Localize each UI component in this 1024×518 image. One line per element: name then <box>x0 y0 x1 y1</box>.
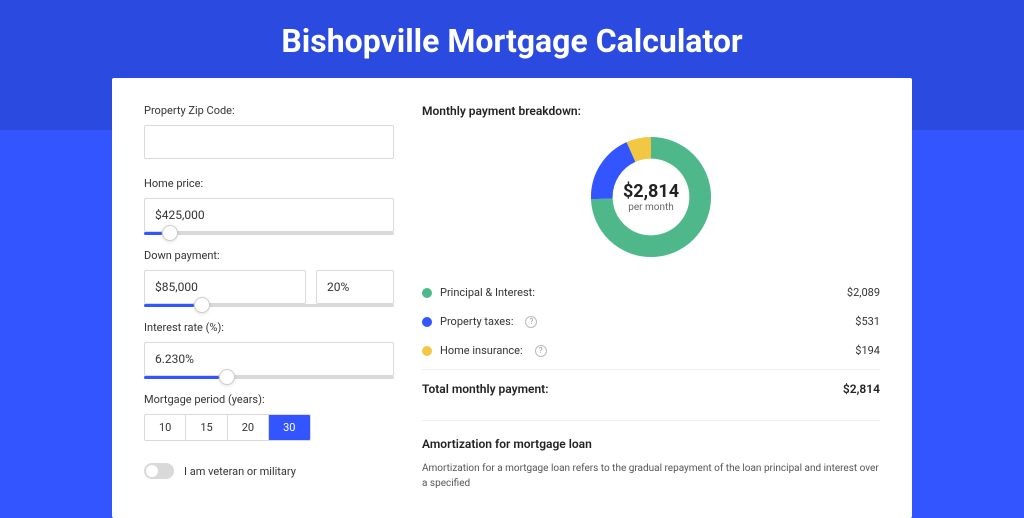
donut-chart: $2,814 per month <box>586 132 716 262</box>
toggle-knob <box>146 465 158 477</box>
interest-rate-input[interactable] <box>144 342 394 376</box>
page-title: Bishopville Mortgage Calculator <box>0 22 1024 60</box>
legend-taxes: Property taxes: ? $531 <box>422 307 880 336</box>
donut-sub: per month <box>628 202 674 213</box>
legend-insurance: Home insurance: ? $194 <box>422 336 880 365</box>
zip-input[interactable] <box>144 125 394 159</box>
period-button-group: 10 15 20 30 <box>144 414 311 441</box>
legend-principal: Principal & Interest: $2,089 <box>422 278 880 307</box>
slider-fill <box>144 304 194 307</box>
down-payment-label: Down payment: <box>144 249 394 262</box>
interest-rate-field: Interest rate (%): <box>144 321 394 379</box>
home-price-slider[interactable] <box>144 232 394 235</box>
slider-fill <box>144 376 219 379</box>
home-price-field: Home price: <box>144 177 394 235</box>
home-price-input[interactable] <box>144 198 394 232</box>
veteran-toggle[interactable] <box>144 463 174 479</box>
down-payment-slider[interactable] <box>144 304 394 307</box>
dot-icon <box>422 288 432 298</box>
legend-label: Home insurance: <box>440 344 523 357</box>
slider-handle[interactable] <box>219 369 235 385</box>
legend-value: $531 <box>855 315 880 328</box>
amortization-section: Amortization for mortgage loan Amortizat… <box>422 420 880 491</box>
legend-value: $2,089 <box>847 286 880 299</box>
slider-handle[interactable] <box>194 297 210 313</box>
mortgage-period-field: Mortgage period (years): 10 15 20 30 <box>144 393 394 441</box>
period-button-10[interactable]: 10 <box>145 415 186 440</box>
period-button-15[interactable]: 15 <box>186 415 227 440</box>
interest-rate-slider[interactable] <box>144 376 394 379</box>
breakdown-panel: Monthly payment breakdown: $2,814 per mo… <box>422 104 880 518</box>
donut-wrap: $2,814 per month <box>422 132 880 262</box>
veteran-toggle-row: I am veteran or military <box>144 463 394 479</box>
form-panel: Property Zip Code: Home price: Down paym… <box>144 104 394 518</box>
dot-icon <box>422 346 432 356</box>
amortization-title: Amortization for mortgage loan <box>422 437 880 451</box>
dot-icon <box>422 317 432 327</box>
interest-rate-label: Interest rate (%): <box>144 321 394 334</box>
calculator-card: Property Zip Code: Home price: Down paym… <box>112 78 912 518</box>
total-label: Total monthly payment: <box>422 382 549 396</box>
slider-handle[interactable] <box>162 225 178 241</box>
mortgage-period-label: Mortgage period (years): <box>144 393 394 406</box>
period-button-20[interactable]: 20 <box>228 415 269 440</box>
veteran-label: I am veteran or military <box>184 465 296 478</box>
down-payment-field: Down payment: <box>144 249 394 307</box>
donut-center: $2,814 per month <box>586 132 716 262</box>
total-value: $2,814 <box>843 382 880 396</box>
zip-label: Property Zip Code: <box>144 104 394 117</box>
legend-value: $194 <box>855 344 880 357</box>
down-amount-input[interactable] <box>144 270 306 304</box>
breakdown-title: Monthly payment breakdown: <box>422 104 880 118</box>
home-price-label: Home price: <box>144 177 394 190</box>
amortization-text: Amortization for a mortgage loan refers … <box>422 461 880 491</box>
info-icon[interactable]: ? <box>525 316 537 328</box>
down-percent-input[interactable] <box>316 270 394 304</box>
period-button-30[interactable]: 30 <box>269 415 309 440</box>
donut-amount: $2,814 <box>623 181 679 202</box>
total-row: Total monthly payment: $2,814 <box>422 369 880 404</box>
legend-label: Property taxes: <box>440 315 513 328</box>
slider-fill <box>144 232 162 235</box>
info-icon[interactable]: ? <box>535 345 547 357</box>
legend-label: Principal & Interest: <box>440 286 535 299</box>
zip-field: Property Zip Code: <box>144 104 394 159</box>
